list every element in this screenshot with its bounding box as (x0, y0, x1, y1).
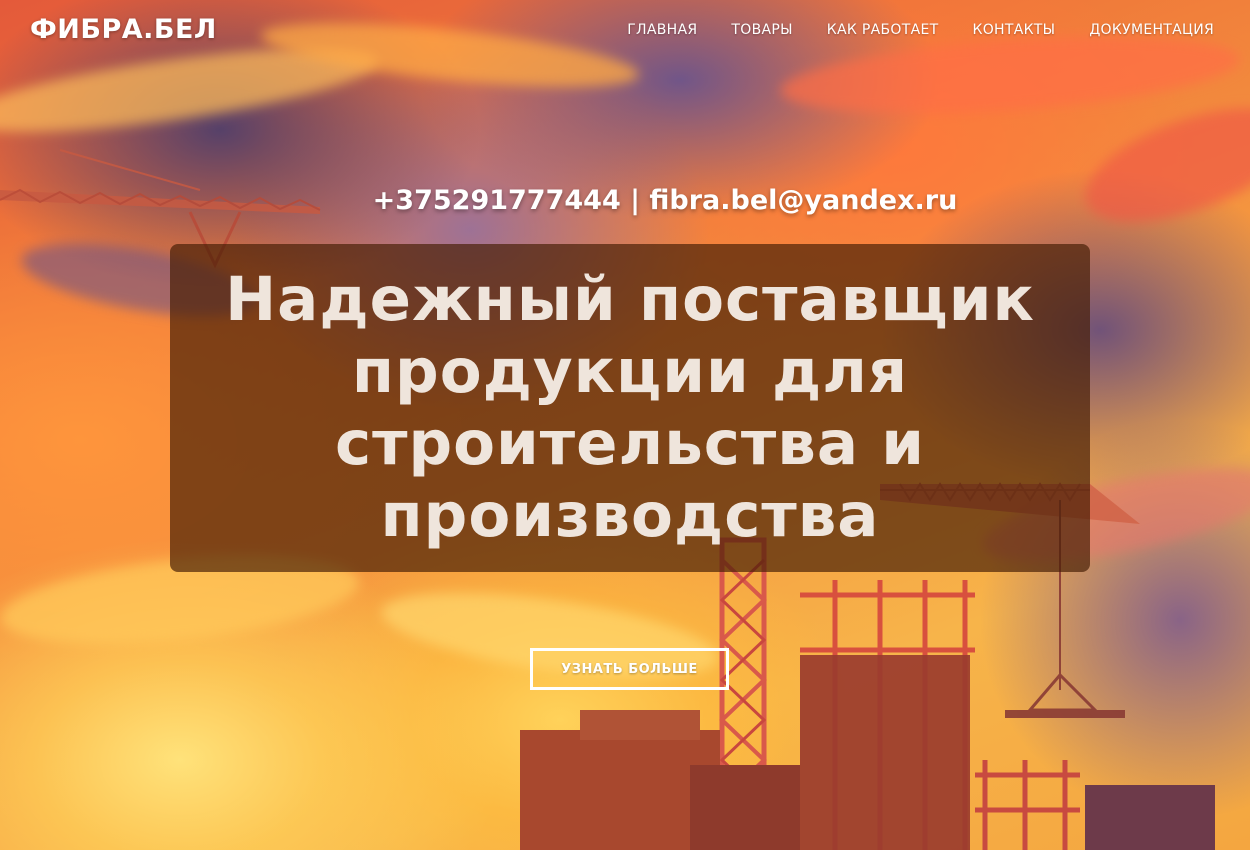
navbar: ФИБРА.БЕЛ ГЛАВНАЯ ТОВАРЫ КАК РАБОТАЕТ КО… (0, 0, 1250, 62)
nav-link-contacts[interactable]: КОНТАКТЫ (972, 22, 1055, 38)
contact-info: +375291777444 | fibra.bel@yandex.ru (372, 185, 958, 216)
site-logo[interactable]: ФИБРА.БЕЛ (30, 14, 217, 45)
hero-headline: Надежный поставщик продукции для строите… (225, 264, 1035, 551)
learn-more-button[interactable]: УЗНАТЬ БОЛЬШЕ (530, 648, 729, 690)
hero-section: ФИБРА.БЕЛ ГЛАВНАЯ ТОВАРЫ КАК РАБОТАЕТ КО… (0, 0, 1250, 850)
nav-link-documentation[interactable]: ДОКУМЕНТАЦИЯ (1089, 22, 1214, 38)
headline-overlay: Надежный поставщик продукции для строите… (170, 244, 1090, 572)
nav-link-products[interactable]: ТОВАРЫ (731, 22, 792, 38)
nav-link-home[interactable]: ГЛАВНАЯ (627, 22, 697, 38)
nav-link-how-it-works[interactable]: КАК РАБОТАЕТ (827, 22, 939, 38)
main-nav: ГЛАВНАЯ ТОВАРЫ КАК РАБОТАЕТ КОНТАКТЫ ДОК… (627, 22, 1214, 38)
